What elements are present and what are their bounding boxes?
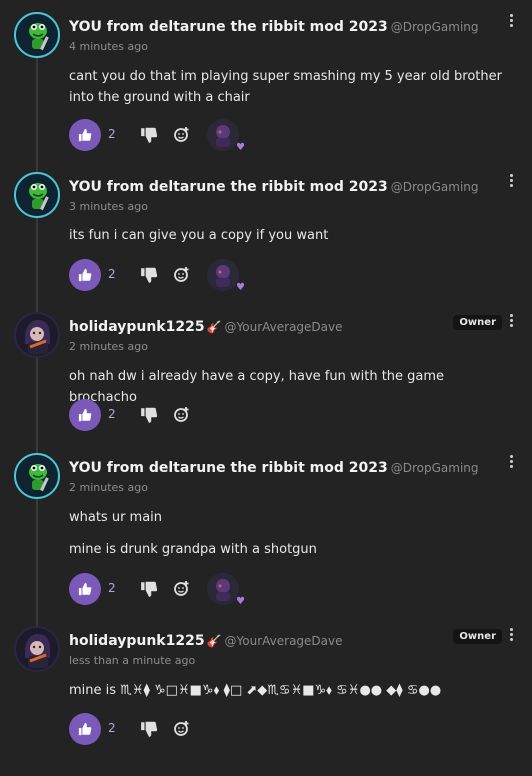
kebab-menu-icon[interactable] xyxy=(508,455,514,471)
username[interactable]: holidaypunk1225 xyxy=(69,319,205,335)
username[interactable]: YOU from deltarune the ribbit mod 2023 xyxy=(69,19,388,35)
comment-header: holidaypunk1225 🎸 @YourAverageDave xyxy=(69,630,492,652)
comment-line: mine is ♏︎♓︎⧫︎ ♑︎□︎♓︎■︎♑︎⬧︎ ⧫︎□︎ ⬈︎◆︎♏︎♋… xyxy=(69,683,442,698)
username[interactable]: holidaypunk1225 xyxy=(69,633,205,649)
comment: holidaypunk1225 🎸 @YourAverageDave Owner 2… xyxy=(0,312,532,442)
like-count: 2 xyxy=(108,721,116,735)
comment-header: YOU from deltarune the ribbit mod 2023 @D… xyxy=(69,16,492,38)
comment-actions: 2 xyxy=(69,713,369,745)
comment-actions: 2 ♥ xyxy=(69,119,369,153)
guitar-emoji: 🎸 xyxy=(206,320,222,334)
thumbs-up-icon xyxy=(78,722,92,736)
thumbs-down-icon[interactable] xyxy=(140,406,158,424)
add-reaction-icon[interactable] xyxy=(173,265,191,283)
timestamp: less than a minute ago xyxy=(69,654,196,667)
kebab-menu-icon[interactable] xyxy=(508,174,514,190)
timestamp: 2 minutes ago xyxy=(69,340,148,353)
frog-avatar[interactable] xyxy=(14,172,60,218)
comment-body: cant you do that im playing super smashi… xyxy=(69,66,514,108)
reactor-avatar[interactable]: ♥ xyxy=(207,119,245,153)
kebab-menu-icon[interactable] xyxy=(508,628,514,644)
like-button[interactable] xyxy=(69,713,101,745)
comment: YOU from deltarune the ribbit mod 2023 @D… xyxy=(0,453,532,613)
like-count: 2 xyxy=(108,127,116,141)
user-handle[interactable]: @YourAverageDave xyxy=(225,634,343,648)
like-count: 2 xyxy=(108,267,116,281)
username[interactable]: YOU from deltarune the ribbit mod 2023 xyxy=(69,460,388,476)
thumbs-up-icon xyxy=(78,268,92,282)
owner-badge: Owner xyxy=(453,629,502,644)
comment-body: its fun i can give you a copy if you wan… xyxy=(69,225,514,246)
comment: YOU from deltarune the ribbit mod 2023 @D… xyxy=(0,172,532,302)
like-button[interactable] xyxy=(69,573,101,605)
heart-icon: ♥ xyxy=(236,596,245,607)
thumbs-up-icon xyxy=(78,582,92,596)
punk-avatar[interactable] xyxy=(14,626,60,672)
comment-line: its fun i can give you a copy if you wan… xyxy=(69,228,329,243)
add-reaction-icon[interactable] xyxy=(173,579,191,597)
add-reaction-icon[interactable] xyxy=(173,719,191,737)
add-reaction-icon[interactable] xyxy=(173,405,191,423)
punk-avatar[interactable] xyxy=(14,312,60,358)
comment-header: YOU from deltarune the ribbit mod 2023 @D… xyxy=(69,457,492,479)
username[interactable]: YOU from deltarune the ribbit mod 2023 xyxy=(69,179,388,195)
like-count: 2 xyxy=(108,407,116,421)
comment-actions: 2 ♥ xyxy=(69,259,369,293)
user-handle[interactable]: @DropGaming xyxy=(391,180,479,194)
user-handle[interactable]: @DropGaming xyxy=(391,20,479,34)
comment-body: whats ur main mine is drunk grandpa with… xyxy=(69,507,514,560)
comment: YOU from deltarune the ribbit mod 2023 @D… xyxy=(0,12,532,162)
frog-avatar[interactable] xyxy=(14,12,60,58)
comment-line: cant you do that im playing super smashi… xyxy=(69,69,502,105)
comment: holidaypunk1225 🎸 @YourAverageDave Owner l… xyxy=(0,626,532,766)
reactor-avatar[interactable]: ♥ xyxy=(207,259,245,293)
user-handle[interactable]: @DropGaming xyxy=(391,461,479,475)
heart-icon: ♥ xyxy=(236,142,245,153)
thumbs-down-icon[interactable] xyxy=(140,720,158,738)
comment-body: mine is ♏︎♓︎⧫︎ ♑︎□︎♓︎■︎♑︎⬧︎ ⧫︎□︎ ⬈︎◆︎♏︎♋… xyxy=(69,680,514,701)
heart-icon: ♥ xyxy=(236,282,245,293)
like-button[interactable] xyxy=(69,119,101,151)
timestamp: 3 minutes ago xyxy=(69,200,148,213)
comment-header: holidaypunk1225 🎸 @YourAverageDave xyxy=(69,316,492,338)
owner-badge: Owner xyxy=(453,315,502,330)
frog-avatar[interactable] xyxy=(14,453,60,499)
timestamp: 4 minutes ago xyxy=(69,40,148,53)
timestamp: 2 minutes ago xyxy=(69,481,148,494)
comment-line: mine is drunk grandpa with a shotgun xyxy=(69,542,317,557)
thumbs-down-icon[interactable] xyxy=(140,266,158,284)
reactor-avatar[interactable]: ♥ xyxy=(207,573,245,607)
like-button[interactable] xyxy=(69,259,101,291)
comment-actions: 2 xyxy=(69,399,369,431)
thumbs-down-icon[interactable] xyxy=(140,580,158,598)
like-count: 2 xyxy=(108,581,116,595)
user-handle[interactable]: @YourAverageDave xyxy=(225,320,343,334)
comment-line: whats ur main xyxy=(69,510,163,525)
comment-header: YOU from deltarune the ribbit mod 2023 @D… xyxy=(69,176,492,198)
guitar-emoji: 🎸 xyxy=(206,634,222,648)
kebab-menu-icon[interactable] xyxy=(508,314,514,330)
thumbs-up-icon xyxy=(78,128,92,142)
thumbs-up-icon xyxy=(78,408,92,422)
kebab-menu-icon[interactable] xyxy=(508,14,514,30)
thumbs-down-icon[interactable] xyxy=(140,126,158,144)
like-button[interactable] xyxy=(69,399,101,431)
add-reaction-icon[interactable] xyxy=(173,125,191,143)
comment-actions: 2 ♥ xyxy=(69,573,369,607)
